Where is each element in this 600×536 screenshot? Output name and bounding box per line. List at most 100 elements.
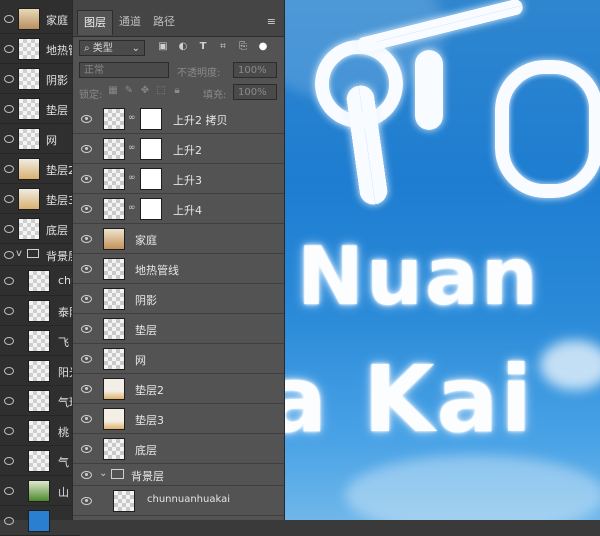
blend-mode-value: 正常 xyxy=(84,65,104,76)
bg-layer-row[interactable]: 垫层 xyxy=(0,94,80,124)
pixel-filter-icon[interactable]: ▣ xyxy=(157,41,169,53)
bg-layer-row[interactable]: 桃 xyxy=(0,416,80,446)
layer-thumbnail xyxy=(28,330,50,352)
layer-row[interactable]: ∞ 上升2 拷贝 xyxy=(73,104,284,134)
eye-icon[interactable] xyxy=(81,325,92,333)
layer-row[interactable]: 垫层2 xyxy=(73,374,284,404)
eye-icon[interactable] xyxy=(81,175,92,183)
bg-layer-row[interactable]: 山 xyxy=(0,476,80,506)
lock-position-icon[interactable]: ✥ xyxy=(139,85,151,97)
tab-channels[interactable]: 通道 xyxy=(113,10,147,34)
bg-layer-row[interactable]: chu xyxy=(0,266,80,296)
smart-object-filter-icon[interactable]: ⎘ xyxy=(237,41,249,53)
link-icon[interactable]: ∞ xyxy=(128,113,136,123)
menu-icon[interactable]: ≡ xyxy=(267,15,276,28)
shape-filter-icon[interactable]: ⌗ xyxy=(217,41,229,53)
layer-thumbnail xyxy=(103,258,125,280)
layer-row[interactable]: 垫层 xyxy=(73,314,284,344)
chevron-down-icon[interactable]: v xyxy=(16,248,22,259)
eye-icon[interactable] xyxy=(4,367,14,375)
lock-transparent-icon[interactable]: ▦ xyxy=(107,85,119,97)
mask-thumbnail[interactable] xyxy=(140,108,162,130)
eye-icon[interactable] xyxy=(81,115,92,123)
adjustment-filter-icon[interactable]: ◐ xyxy=(177,41,189,53)
eye-icon[interactable] xyxy=(4,225,14,233)
type-filter-icon[interactable]: T xyxy=(197,41,209,53)
document-canvas[interactable]: Nuan a Kai xyxy=(285,0,600,520)
bg-layer-row[interactable]: 飞 xyxy=(0,326,80,356)
bg-layer-row[interactable]: 垫层3 xyxy=(0,184,80,214)
eye-icon[interactable] xyxy=(4,397,14,405)
layer-row[interactable]: ∞ 上升2 xyxy=(73,134,284,164)
filter-toggle-icon[interactable]: ● xyxy=(257,41,269,53)
eye-icon[interactable] xyxy=(81,385,92,393)
eye-icon[interactable] xyxy=(81,471,92,479)
bg-layer-row[interactable]: 垫层2 xyxy=(0,154,80,184)
layer-row[interactable]: 网 xyxy=(73,344,284,374)
link-icon[interactable]: ∞ xyxy=(128,203,136,213)
layer-name: 背景层 xyxy=(131,470,164,483)
tab-layers[interactable]: 图层 xyxy=(77,10,113,35)
eye-icon[interactable] xyxy=(4,277,14,285)
eye-icon[interactable] xyxy=(81,497,92,505)
bg-layer-row[interactable]: 泰阳 xyxy=(0,296,80,326)
mask-thumbnail[interactable] xyxy=(140,138,162,160)
eye-icon[interactable] xyxy=(81,445,92,453)
lock-artboard-icon[interactable]: ⬚ xyxy=(155,85,167,97)
eye-icon[interactable] xyxy=(81,145,92,153)
eye-icon[interactable] xyxy=(81,355,92,363)
filter-type-value: 类型 xyxy=(92,43,113,54)
bg-layer-row[interactable]: 地热管 xyxy=(0,34,80,64)
eye-icon[interactable] xyxy=(4,427,14,435)
eye-icon[interactable] xyxy=(4,105,14,113)
eye-icon[interactable] xyxy=(4,517,14,525)
lock-all-icon[interactable]: 🔒︎ xyxy=(171,85,183,97)
link-icon[interactable]: ∞ xyxy=(128,173,136,183)
tab-paths[interactable]: 路径 xyxy=(147,10,181,34)
bg-layer-row[interactable]: 底层 xyxy=(0,214,80,244)
eye-icon[interactable] xyxy=(81,205,92,213)
bg-layer-row[interactable] xyxy=(0,506,80,536)
bg-layer-row[interactable]: 阳光 xyxy=(0,356,80,386)
layer-row[interactable]: ∞ 上升3 xyxy=(73,164,284,194)
bg-layer-row[interactable]: 气 xyxy=(0,446,80,476)
bg-layer-row[interactable]: 气球 xyxy=(0,386,80,416)
eye-icon[interactable] xyxy=(4,45,14,53)
eye-icon[interactable] xyxy=(4,15,14,23)
eye-icon[interactable] xyxy=(4,165,14,173)
folder-icon xyxy=(111,469,124,479)
layer-group-row[interactable]: ⌄ 背景层 xyxy=(73,464,284,486)
bg-layer-row[interactable]: 家庭 xyxy=(0,4,80,34)
lock-image-icon[interactable]: ✎ xyxy=(123,85,135,97)
eye-icon[interactable] xyxy=(4,251,14,259)
bg-layer-row[interactable]: 网 xyxy=(0,124,80,154)
layer-row[interactable]: 垫层3 xyxy=(73,404,284,434)
eye-icon[interactable] xyxy=(4,337,14,345)
eye-icon[interactable] xyxy=(81,235,92,243)
layer-row[interactable]: 地热管线 xyxy=(73,254,284,284)
chevron-down-icon[interactable]: ⌄ xyxy=(99,468,107,479)
eye-icon[interactable] xyxy=(4,457,14,465)
layer-row[interactable]: 阴影 xyxy=(73,284,284,314)
eye-icon[interactable] xyxy=(4,307,14,315)
eye-icon[interactable] xyxy=(81,415,92,423)
mask-thumbnail[interactable] xyxy=(140,168,162,190)
mask-thumbnail[interactable] xyxy=(140,198,162,220)
blend-mode-select[interactable]: 正常 xyxy=(79,62,169,78)
eye-icon[interactable] xyxy=(4,195,14,203)
layer-row[interactable]: ∞ 上升4 xyxy=(73,194,284,224)
bg-group-row[interactable]: v 背景层 xyxy=(0,244,80,266)
eye-icon[interactable] xyxy=(81,295,92,303)
layer-row[interactable]: 家庭 xyxy=(73,224,284,254)
fill-input[interactable]: 100% xyxy=(233,84,277,100)
eye-icon[interactable] xyxy=(4,135,14,143)
eye-icon[interactable] xyxy=(81,265,92,273)
eye-icon[interactable] xyxy=(4,487,14,495)
bg-layer-row[interactable]: 阴影 xyxy=(0,64,80,94)
link-icon[interactable]: ∞ xyxy=(128,143,136,153)
layer-row[interactable]: chunnuanhuakai xyxy=(73,486,284,516)
layer-row[interactable]: 底层 xyxy=(73,434,284,464)
opacity-input[interactable]: 100% xyxy=(233,62,277,78)
eye-icon[interactable] xyxy=(4,75,14,83)
filter-type-select[interactable]: ⌕ 类型 ⌄ xyxy=(79,40,145,56)
